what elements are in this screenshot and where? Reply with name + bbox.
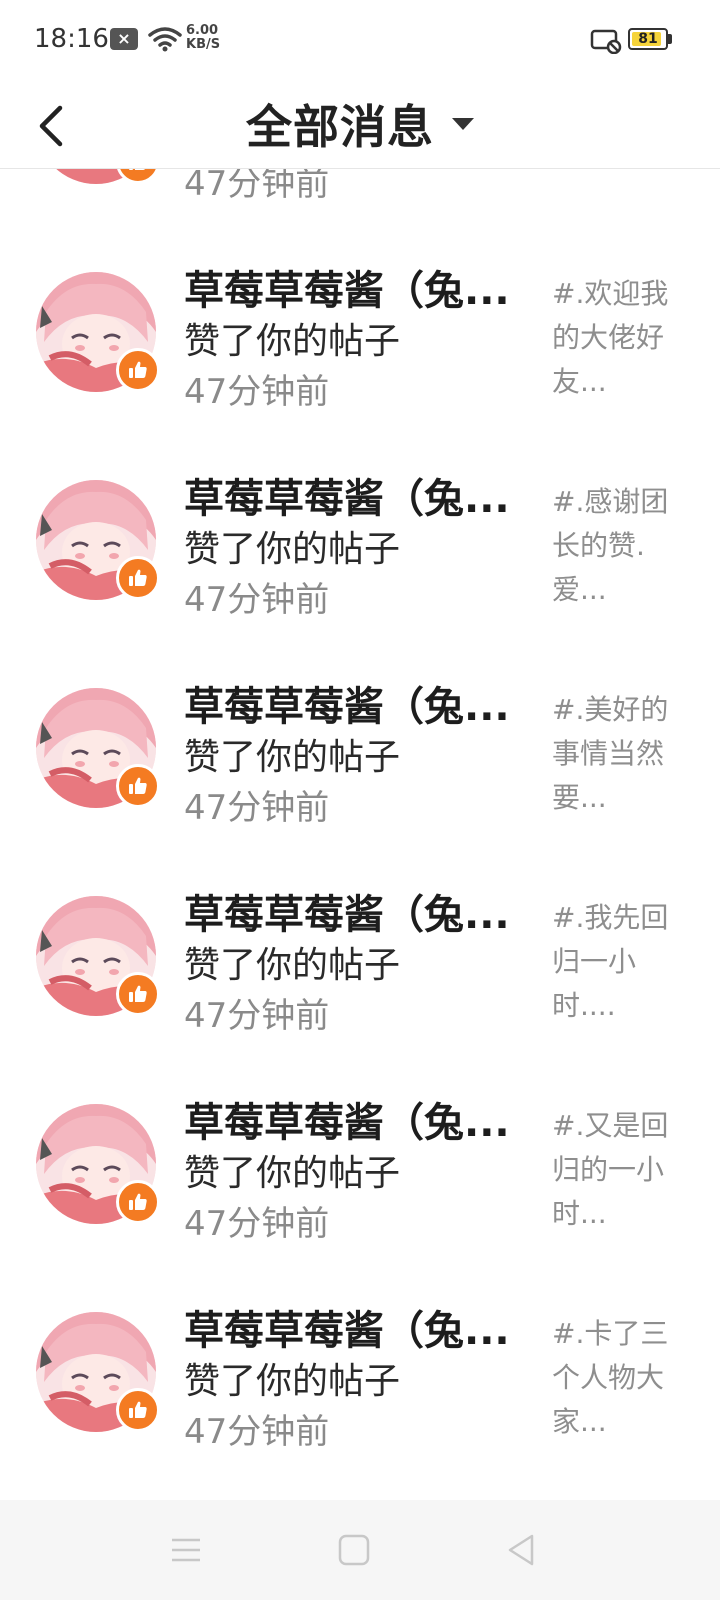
thumbs-up-icon: [129, 1193, 147, 1210]
back-nav-button[interactable]: [502, 1530, 542, 1570]
net-speed-value: 6.00: [186, 23, 219, 38]
post-snippet[interactable]: #.欢迎我 的大佬好 友...: [552, 272, 678, 404]
action-text: 赞了你的帖子: [184, 945, 401, 986]
message-item[interactable]: 草莓草莓酱（兔... 赞了你的帖子 47分钟前 #.欢迎我 的大佬好 友...: [0, 236, 720, 444]
like-badge: [116, 556, 160, 600]
message-item[interactable]: 草莓草莓酱（兔... 赞了你的帖子 47分钟前 #.卡了三 个人物大 家...: [0, 1276, 720, 1484]
net-speed: 6.00 KB/S: [186, 24, 220, 52]
back-triangle-icon: [508, 1534, 534, 1566]
sender-name[interactable]: 草莓草莓酱（兔...: [184, 258, 514, 316]
status-bar: 18:16 × 6.00 KB/S 81: [0, 0, 720, 80]
page-title: 全部消息: [246, 100, 434, 154]
cast-off-icon: [590, 28, 624, 58]
timestamp: 47分钟前: [184, 168, 330, 204]
net-speed-unit: KB/S: [186, 37, 221, 52]
action-text: 赞了你的帖子: [184, 1361, 401, 1402]
like-badge: [116, 1180, 160, 1224]
home-icon: [338, 1534, 370, 1566]
sender-name[interactable]: 草莓草莓酱（兔...: [184, 674, 514, 732]
status-time: 18:16: [34, 24, 109, 54]
battery-level: 81: [638, 31, 658, 47]
action-text: 赞了你的帖子: [184, 1153, 401, 1194]
filter-dropdown[interactable]: 全部消息: [0, 80, 720, 168]
sender-name[interactable]: 草莓草莓酱（兔...: [184, 466, 514, 524]
battery-tip: [668, 34, 672, 44]
message-item[interactable]: 草莓草莓酱（兔... 赞了你的帖子 47分钟前 #.又是回 归的一小 时...: [0, 1068, 720, 1276]
sender-name[interactable]: 草莓草莓酱（兔...: [184, 1090, 514, 1148]
menu-button[interactable]: [166, 1530, 206, 1570]
battery-icon: 81: [628, 28, 668, 50]
sender-name[interactable]: 草莓草莓酱（兔...: [184, 882, 514, 940]
timestamp: 47分钟前: [184, 1204, 330, 1244]
like-badge: [116, 972, 160, 1016]
timestamp: 47分钟前: [184, 996, 330, 1036]
like-badge: [116, 348, 160, 392]
post-snippet[interactable]: #.我先回 归一小 时....: [552, 896, 678, 1028]
sender-name[interactable]: 草莓草莓酱（兔...: [184, 1298, 514, 1356]
post-snippet[interactable]: #.又是回 归的一小 时...: [552, 1104, 678, 1236]
message-list[interactable]: 草莓草莓酱（兔子） 赞了你的帖子 47分钟前 宝宝打卡 地... 草莓草莓酱（兔…: [0, 168, 720, 1500]
thumbs-up-icon: [129, 361, 147, 378]
timestamp: 47分钟前: [184, 580, 330, 620]
post-snippet[interactable]: #.感谢团 长的赞. 爱...: [552, 480, 678, 612]
post-snippet[interactable]: #.卡了三 个人物大 家...: [552, 1312, 678, 1444]
like-badge: [116, 168, 160, 184]
timestamp: 47分钟前: [184, 372, 330, 412]
action-text: 赞了你的帖子: [184, 529, 401, 570]
message-item[interactable]: 草莓草莓酱（兔子） 赞了你的帖子 47分钟前 宝宝打卡 地...: [0, 168, 720, 236]
app-header: 全部消息: [0, 80, 720, 169]
timestamp: 47分钟前: [184, 1412, 330, 1452]
notification-icon: ×: [110, 28, 138, 50]
like-badge: [116, 1388, 160, 1432]
caret-down-icon: [452, 118, 474, 130]
system-nav-bar: [0, 1500, 720, 1600]
message-item[interactable]: 草莓草莓酱（兔... 赞了你的帖子 47分钟前 #.我先回 归一小 时....: [0, 860, 720, 1068]
action-text: 赞了你的帖子: [184, 321, 401, 362]
thumbs-up-icon: [129, 777, 147, 794]
thumbs-up-icon: [129, 1401, 147, 1418]
message-list-content: 草莓草莓酱（兔子） 赞了你的帖子 47分钟前 宝宝打卡 地... 草莓草莓酱（兔…: [0, 168, 720, 1484]
wifi-icon: [148, 26, 182, 56]
like-badge: [116, 764, 160, 808]
thumbs-up-icon: [129, 569, 147, 586]
message-item[interactable]: 草莓草莓酱（兔... 赞了你的帖子 47分钟前 #.感谢团 长的赞. 爱...: [0, 444, 720, 652]
menu-icon: [172, 1538, 200, 1562]
timestamp: 47分钟前: [184, 788, 330, 828]
message-item[interactable]: 草莓草莓酱（兔... 赞了你的帖子 47分钟前 #.美好的 事情当然 要...: [0, 652, 720, 860]
thumbs-up-icon: [129, 985, 147, 1002]
home-button[interactable]: [334, 1530, 374, 1570]
post-snippet[interactable]: #.美好的 事情当然 要...: [552, 688, 678, 820]
action-text: 赞了你的帖子: [184, 737, 401, 778]
